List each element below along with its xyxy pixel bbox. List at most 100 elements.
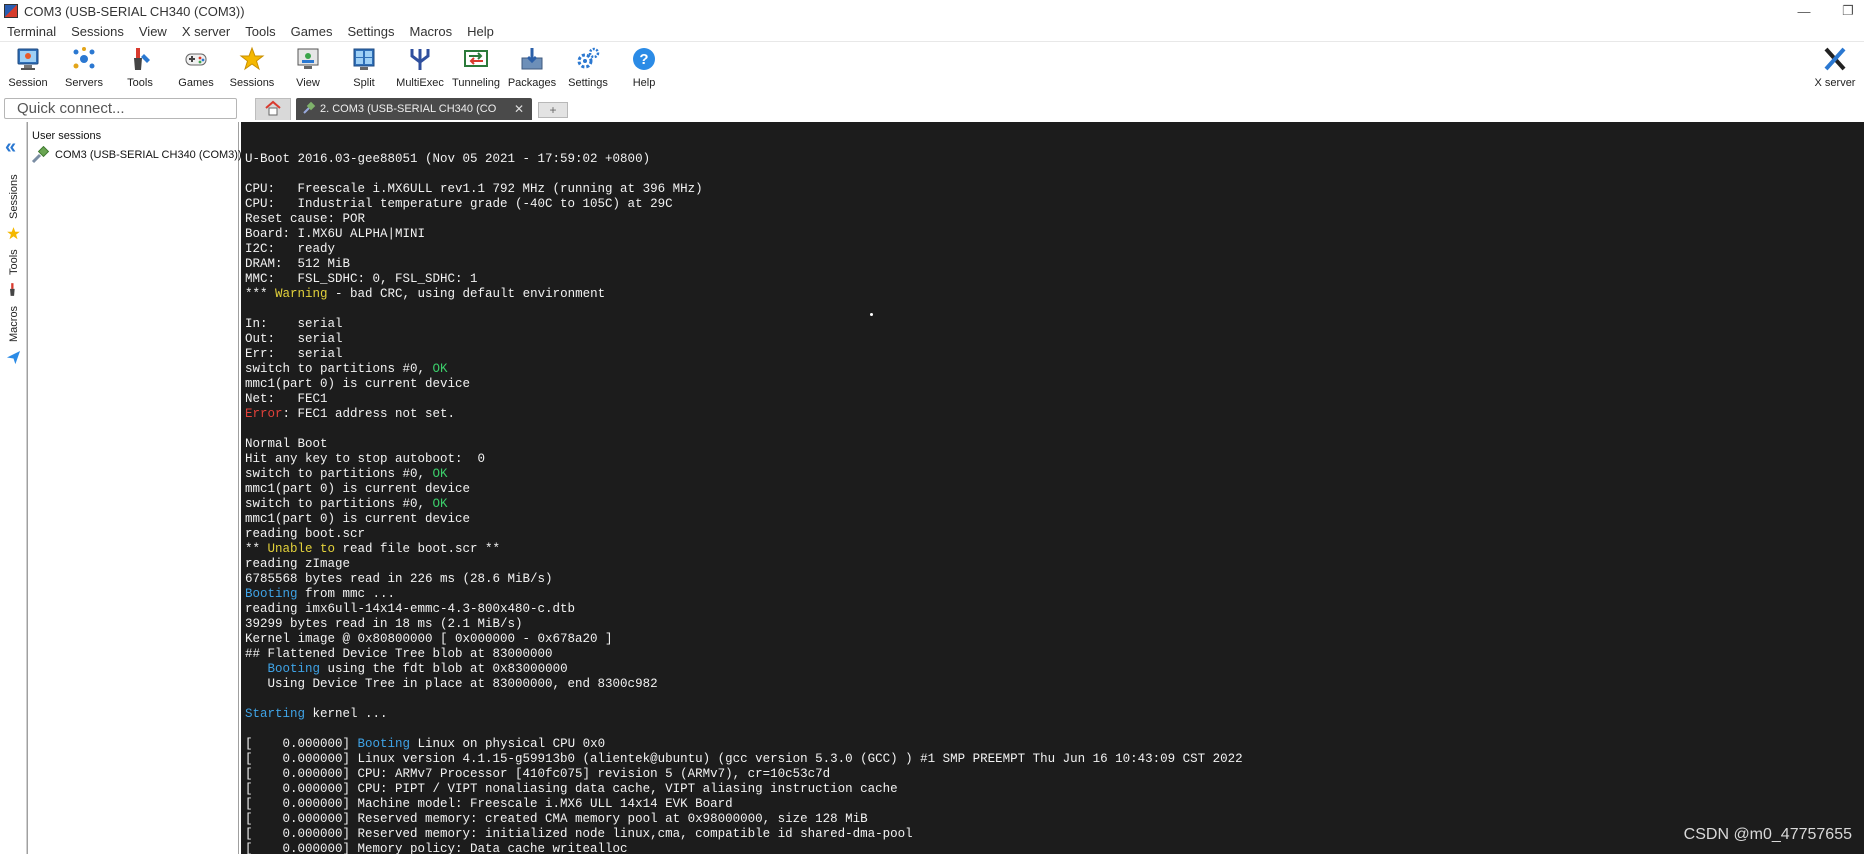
toolbar-tunneling-button[interactable]: Tunneling	[448, 42, 504, 96]
terminal-text: Booting	[245, 587, 298, 601]
menu-settings[interactable]: Settings	[341, 24, 403, 39]
tools-icon	[127, 46, 153, 72]
tools-icon[interactable]	[6, 282, 21, 300]
terminal-line: switch to partitions #0, OK	[245, 467, 1243, 482]
side-tab-sessions[interactable]: Sessions	[4, 172, 24, 222]
terminal-text: MMC: FSL_SDHC: 0, FSL_SDHC: 1	[245, 272, 478, 286]
games-icon	[183, 46, 209, 72]
terminal-line: Booting from mmc ...	[245, 587, 1243, 602]
toolbar-session-button[interactable]: Session	[0, 42, 56, 96]
serial-plug-icon	[302, 101, 316, 118]
toolbar-settings-button[interactable]: Settings	[560, 42, 616, 96]
terminal-text: reading imx6ull-14x14-emmc-4.3-800x480-c…	[245, 602, 576, 616]
terminal-line: [ 0.000000] CPU: PIPT / VIPT nonaliasing…	[245, 782, 1243, 797]
terminal-text: Unable to	[267, 542, 336, 556]
terminal-line: [ 0.000000] Reserved memory: created CMA…	[245, 812, 1243, 827]
settings-icon	[575, 46, 601, 72]
menu-sessions[interactable]: Sessions	[64, 24, 132, 39]
terminal-line: Booting using the fdt blob at 0x83000000	[245, 662, 1243, 677]
packages-icon	[519, 46, 545, 72]
terminal-text: switch to partitions #0,	[245, 497, 433, 511]
menu-x-server[interactable]: X server	[175, 24, 238, 39]
terminal-text: [ 0.000000] Memory policy: Data cache wr…	[245, 842, 628, 854]
terminal-output: U-Boot 2016.03-gee88051 (Nov 05 2021 - 1…	[245, 152, 1243, 854]
terminal-text: ## Flattened Device Tree blob at 8300000…	[245, 647, 553, 661]
terminal-text: switch to partitions #0,	[245, 362, 433, 376]
toolbar-split-button[interactable]: Split	[336, 42, 392, 96]
menu-macros[interactable]: Macros	[402, 24, 460, 39]
new-tab-button[interactable]: +	[538, 102, 568, 118]
terminal-text: [ 0.000000] Machine model: Freescale i.M…	[245, 797, 733, 811]
terminal-line: ## Flattened Device Tree blob at 8300000…	[245, 647, 1243, 662]
toolbar-label: X server	[1814, 77, 1856, 89]
menu-games[interactable]: Games	[284, 24, 341, 39]
toolbar-label: View	[296, 77, 320, 89]
terminal-text: : FEC1 address not set.	[282, 407, 456, 421]
menu-tools[interactable]: Tools	[238, 24, 283, 39]
terminal-text: [ 0.000000] Reserved memory: initialized…	[245, 827, 913, 841]
terminal-text: Warning	[275, 287, 328, 301]
terminal-text: Kernel image @ 0x80800000 [ 0x000000 - 0…	[245, 632, 613, 646]
terminal-text: reading zImage	[245, 557, 351, 571]
tab-home[interactable]	[255, 98, 291, 120]
side-rail: « Sessions Tools Macros	[0, 122, 27, 854]
terminal-line: Hit any key to stop autoboot: 0	[245, 452, 1243, 467]
terminal-line: mmc1(part 0) is current device	[245, 377, 1243, 392]
star-icon	[239, 46, 265, 72]
terminal-text: Hit any key to stop autoboot: 0	[245, 452, 486, 466]
terminal-text: [ 0.000000] CPU: PIPT / VIPT nonaliasing…	[245, 782, 898, 796]
toolbar-servers-button[interactable]: Servers	[56, 42, 112, 96]
restore-button[interactable]: ❐	[1840, 3, 1856, 19]
toolbar-view-button[interactable]: View	[280, 42, 336, 96]
side-tab-tools[interactable]: Tools	[4, 244, 24, 280]
terminal-text: - bad CRC, using default environment	[327, 287, 606, 301]
terminal-line: mmc1(part 0) is current device	[245, 512, 1243, 527]
toolbar-label: Session	[8, 77, 48, 89]
terminal-view[interactable]: U-Boot 2016.03-gee88051 (Nov 05 2021 - 1…	[241, 122, 1864, 854]
terminal-text: CPU: Freescale i.MX6ULL rev1.1 792 MHz (…	[245, 182, 703, 196]
terminal-line: reading zImage	[245, 557, 1243, 572]
terminal-text: mmc1(part 0) is current device	[245, 377, 471, 391]
terminal-line: [ 0.000000] CPU: ARMv7 Processor [410fc0…	[245, 767, 1243, 782]
minimize-button[interactable]: —	[1796, 4, 1812, 19]
menu-view[interactable]: View	[132, 24, 175, 39]
toolbar-label: Games	[178, 77, 214, 89]
send-icon[interactable]	[6, 350, 21, 368]
toolbar-label: Split	[353, 77, 375, 89]
home-icon	[264, 100, 282, 119]
toolbar-sessions-button[interactable]: Sessions	[224, 42, 280, 96]
menu-help[interactable]: Help	[460, 24, 502, 39]
collapse-panel-icon[interactable]: «	[5, 136, 16, 159]
side-tab-macros[interactable]: Macros	[4, 302, 24, 346]
tunneling-icon	[463, 46, 489, 72]
toolbar-multiexec-button[interactable]: MultiExec	[392, 42, 448, 96]
toolbar-games-button[interactable]: Games	[168, 42, 224, 96]
menu-terminal[interactable]: Terminal	[0, 24, 64, 39]
tab-com3[interactable]: 2. COM3 (USB-SERIAL CH340 (CO ✕	[296, 98, 532, 120]
terminal-line: Net: FEC1	[245, 392, 1243, 407]
toolbar-help-button[interactable]: ? Help	[616, 42, 672, 96]
toolbar-xserver-button[interactable]: X server	[1810, 42, 1860, 96]
tab-close-icon[interactable]: ✕	[514, 102, 524, 116]
terminal-line: Error: FEC1 address not set.	[245, 407, 1243, 422]
window-title: COM3 (USB-SERIAL CH340 (COM3))	[24, 3, 245, 19]
terminal-text: DRAM: 512 MiB	[245, 257, 351, 271]
tab-row: 2. COM3 (USB-SERIAL CH340 (CO ✕ +	[0, 96, 1864, 122]
toolbar-packages-button[interactable]: Packages	[504, 42, 560, 96]
terminal-line: DRAM: 512 MiB	[245, 257, 1243, 272]
session-icon	[15, 46, 41, 72]
toolbar: Session Servers Tools Games Sessions Vie…	[0, 42, 1864, 96]
session-item-com3[interactable]: COM3 (USB-SERIAL CH340 (COM3))	[31, 146, 242, 164]
quick-connect-input[interactable]	[4, 98, 237, 119]
plus-icon: +	[549, 103, 557, 117]
terminal-text: Linux on physical CPU 0x0	[410, 737, 606, 751]
terminal-text: Booting	[357, 737, 411, 751]
terminal-text: [ 0.000000] Linux version 4.1.15-g59913b…	[245, 752, 1243, 766]
terminal-text: Board: I.MX6U ALPHA|MINI	[245, 227, 426, 241]
star-icon[interactable]	[6, 226, 21, 244]
toolbar-tools-button[interactable]: Tools	[112, 42, 168, 96]
terminal-line: mmc1(part 0) is current device	[245, 482, 1243, 497]
terminal-text: [ 0.000000]	[245, 737, 358, 751]
